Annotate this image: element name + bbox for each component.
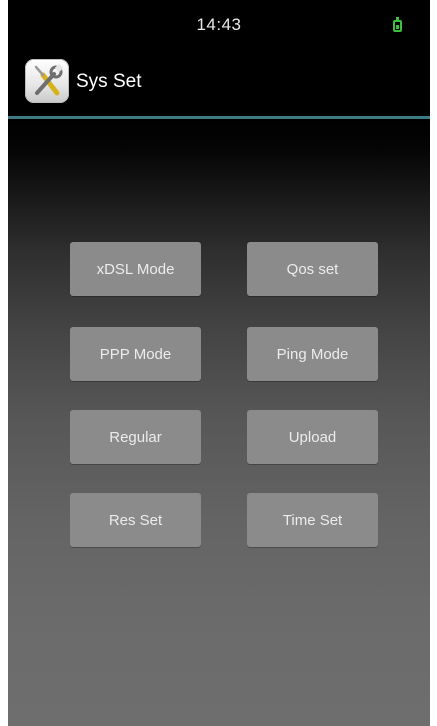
- tools-icon: [25, 59, 69, 103]
- sys-set-screen: 14:43 Sys Set xDSL Mode Qos set PPP Mode…: [8, 0, 430, 726]
- upload-button[interactable]: Upload: [247, 410, 378, 464]
- page-title: Sys Set: [76, 71, 142, 92]
- title-bar: Sys Set: [8, 56, 430, 114]
- res-set-button[interactable]: Res Set: [70, 493, 201, 547]
- battery-icon: [393, 17, 402, 32]
- status-clock: 14:43: [196, 15, 242, 34]
- header-divider: [8, 116, 430, 119]
- ppp-mode-button[interactable]: PPP Mode: [70, 327, 201, 381]
- qos-set-button[interactable]: Qos set: [247, 242, 378, 296]
- tools-icon-graphic: [34, 63, 64, 96]
- regular-button[interactable]: Regular: [70, 410, 201, 464]
- xdsl-mode-button[interactable]: xDSL Mode: [70, 242, 201, 296]
- ping-mode-button[interactable]: Ping Mode: [247, 327, 378, 381]
- time-set-button[interactable]: Time Set: [247, 493, 378, 547]
- status-bar: 14:43: [8, 0, 430, 46]
